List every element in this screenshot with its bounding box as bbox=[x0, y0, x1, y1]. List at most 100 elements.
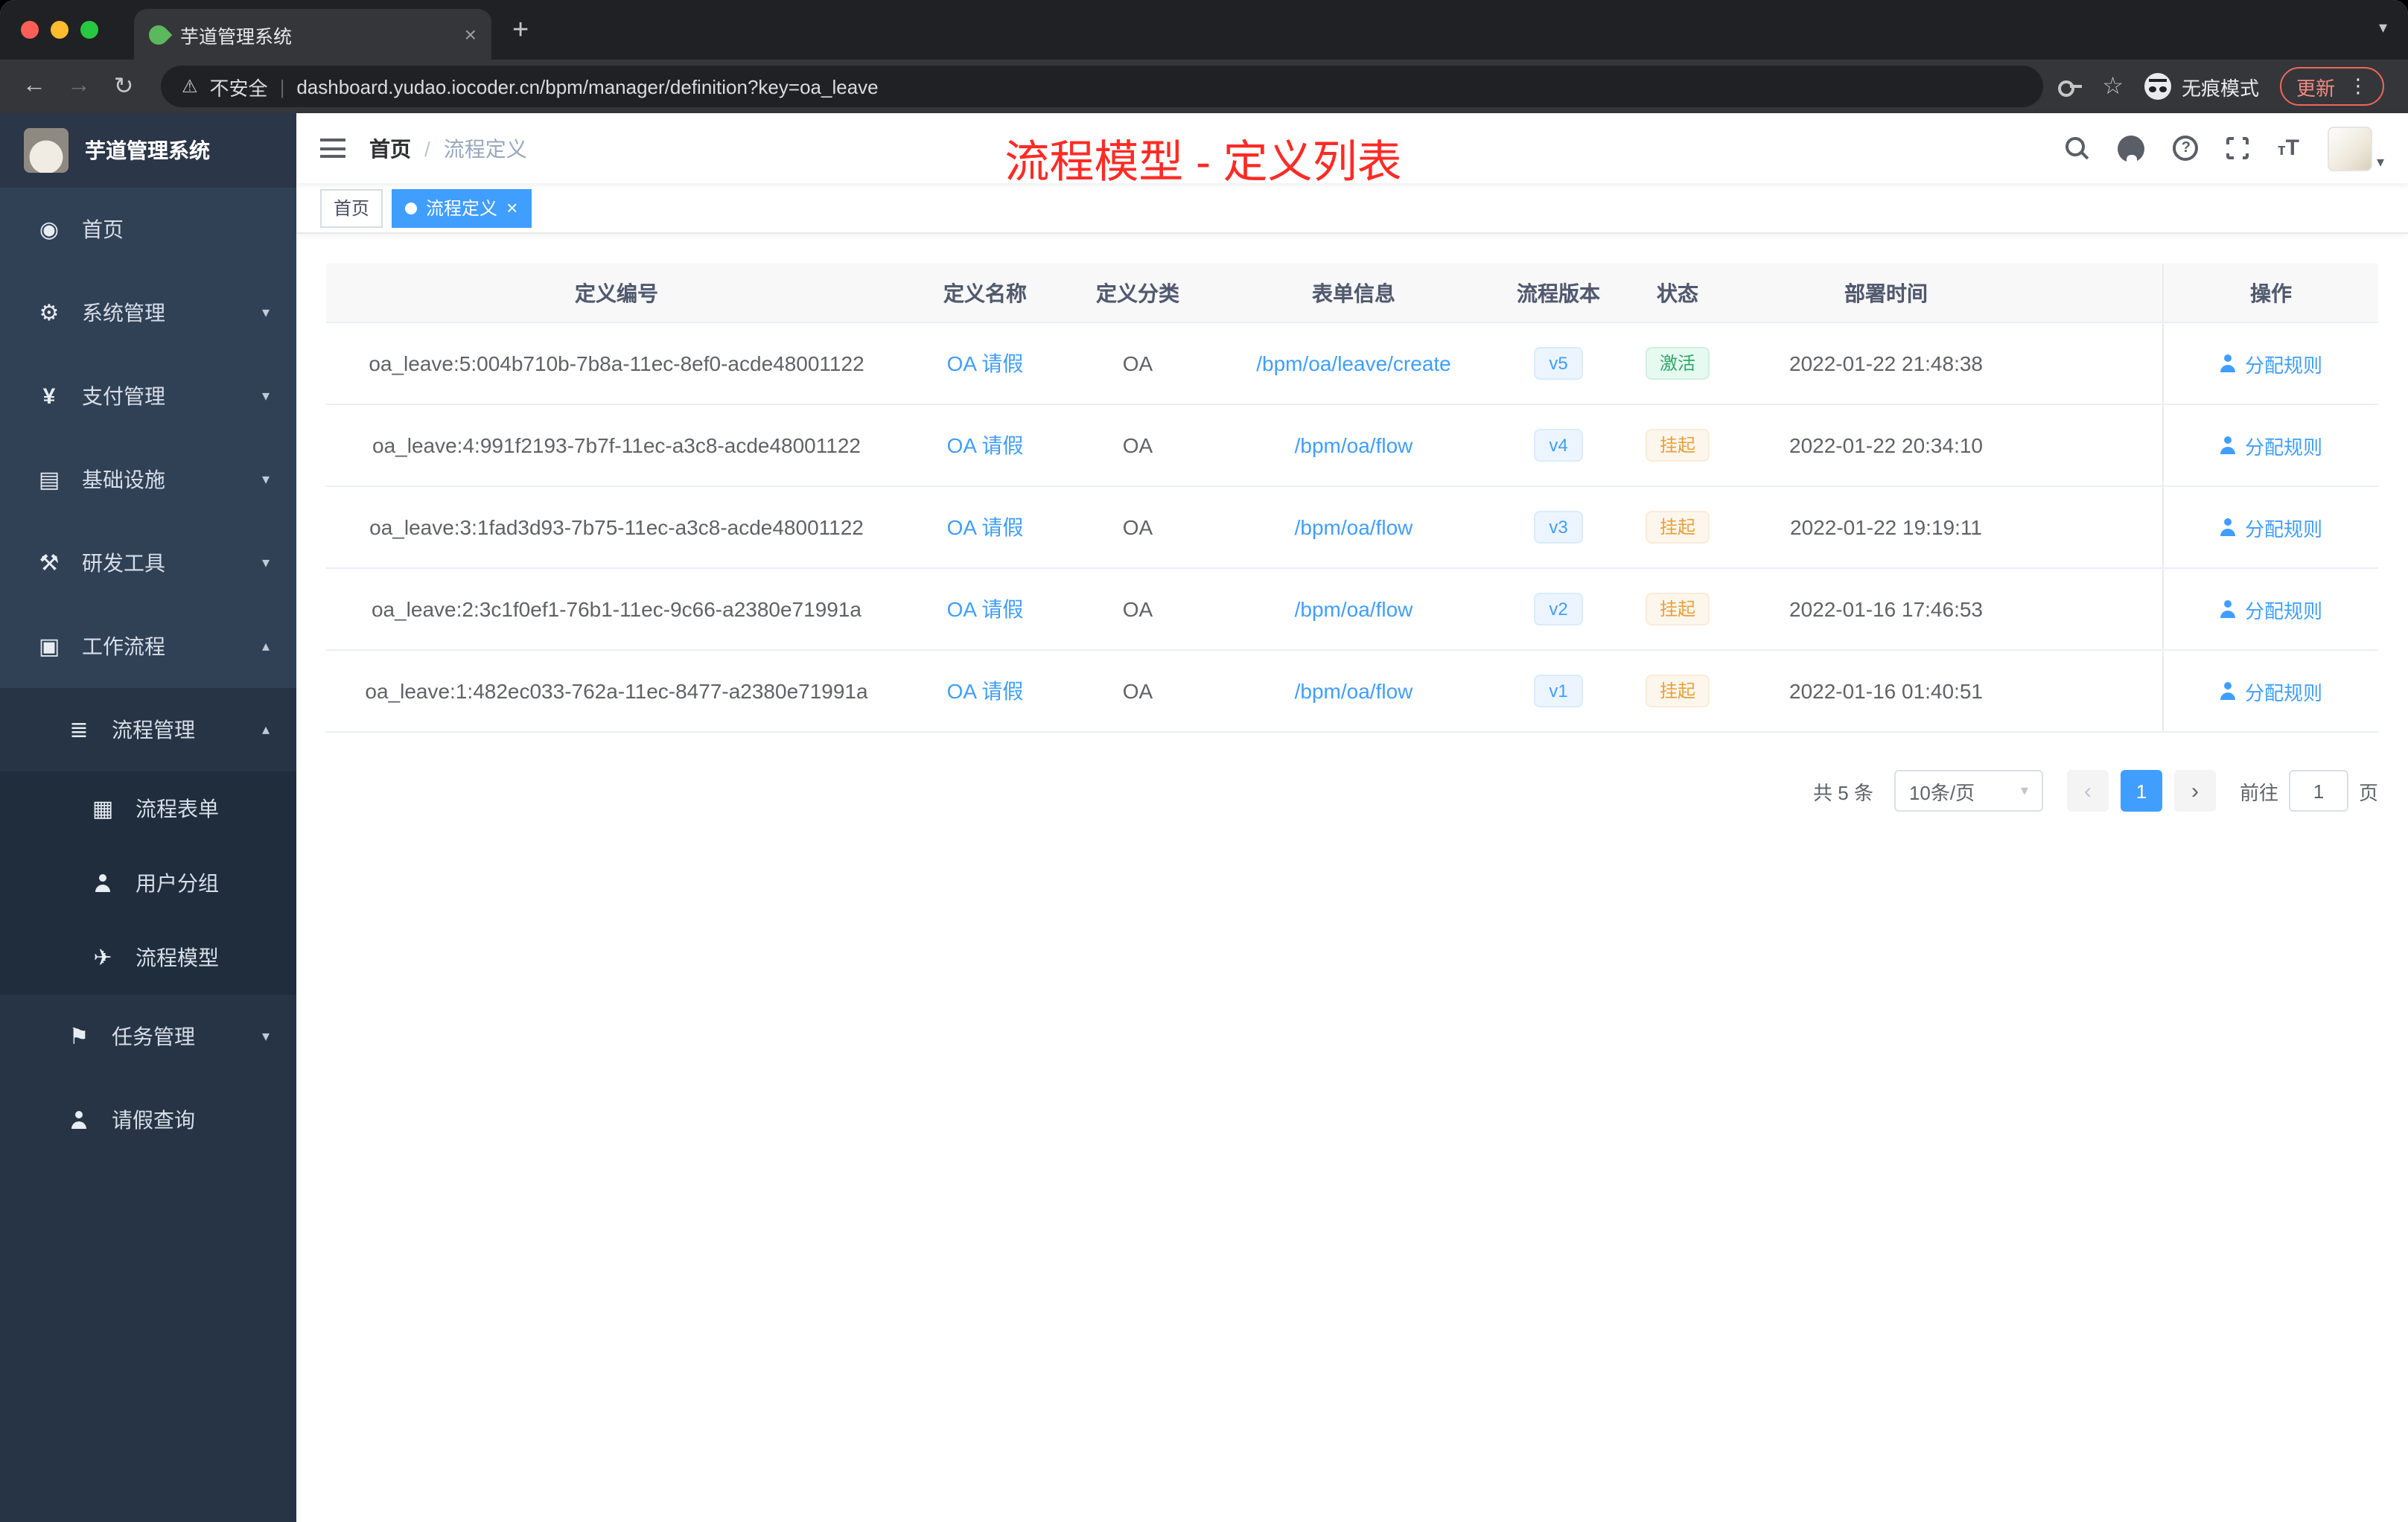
incognito-icon bbox=[2144, 73, 2171, 100]
password-key-icon[interactable] bbox=[2057, 76, 2082, 97]
sidebar-item-process-form[interactable]: 流程表单 bbox=[0, 771, 296, 846]
assign-rule-link[interactable]: 分配规则 bbox=[2220, 431, 2322, 459]
sidebar-item-label: 用户分组 bbox=[136, 871, 219, 895]
definition-name-link[interactable]: OA 请假 bbox=[947, 676, 1024, 706]
sidebar-item-system[interactable]: 系统管理 bbox=[0, 271, 296, 354]
github-icon[interactable] bbox=[2118, 135, 2145, 162]
sidebar-logo[interactable]: 芋道管理系统 bbox=[0, 113, 296, 188]
status-badge: 挂起 bbox=[1646, 592, 1709, 626]
page-size-select[interactable]: 10条/页 bbox=[1893, 770, 2043, 812]
assign-rule-link[interactable]: 分配规则 bbox=[2220, 513, 2322, 541]
next-page-button[interactable]: › bbox=[2173, 770, 2216, 812]
assign-rule-link[interactable]: 分配规则 bbox=[2220, 677, 2322, 705]
tag-close-icon[interactable] bbox=[506, 198, 517, 217]
status-badge: 挂起 bbox=[1646, 428, 1709, 462]
assign-rule-link[interactable]: 分配规则 bbox=[2220, 595, 2322, 623]
logo-avatar bbox=[24, 128, 69, 173]
person-icon bbox=[2220, 682, 2237, 700]
bookmark-star-icon[interactable] bbox=[2102, 71, 2124, 101]
sidebar-item-label: 工作流程 bbox=[82, 634, 165, 658]
cell-deploy-time: 2022-01-22 19:19:11 bbox=[1790, 515, 1982, 539]
sidebar-item-user-group[interactable]: 用户分组 bbox=[0, 846, 296, 920]
sidebar-item-leave-query[interactable]: 请假查询 bbox=[0, 1078, 296, 1162]
definition-name-link[interactable]: OA 请假 bbox=[947, 430, 1024, 460]
form-link[interactable]: /bpm/oa/leave/create bbox=[1256, 351, 1451, 375]
active-tag-dot bbox=[405, 202, 418, 214]
cell-definition-id: oa_leave:5:004b710b-7b8a-11ec-8ef0-acde4… bbox=[369, 351, 864, 375]
cell-category: OA bbox=[1122, 515, 1153, 539]
sidebar-item-label: 请假查询 bbox=[112, 1108, 195, 1132]
gear-icon bbox=[36, 299, 63, 326]
close-window-button[interactable] bbox=[21, 21, 39, 39]
new-tab-button[interactable] bbox=[512, 16, 529, 44]
hamburger-icon[interactable] bbox=[320, 138, 345, 158]
yen-icon bbox=[36, 383, 63, 409]
tab-search-chevron-icon[interactable] bbox=[2379, 18, 2387, 37]
page-size-value: 10条/页 bbox=[1908, 781, 1975, 803]
breadcrumb-home[interactable]: 首页 bbox=[369, 133, 411, 163]
sidebar-item-dev-tools[interactable]: 研发工具 bbox=[0, 521, 296, 605]
form-link[interactable]: /bpm/oa/flow bbox=[1295, 433, 1413, 457]
column-header-spacer bbox=[2039, 264, 2162, 322]
breadcrumb: 首页 / 流程定义 bbox=[369, 133, 527, 163]
tab-favicon-icon bbox=[144, 20, 173, 48]
form-link[interactable]: /bpm/oa/flow bbox=[1295, 597, 1413, 621]
status-badge: 挂起 bbox=[1646, 510, 1709, 544]
cell-category: OA bbox=[1122, 679, 1153, 703]
browser-menu-dots-icon[interactable] bbox=[2348, 74, 2368, 98]
form-link[interactable]: /bpm/oa/flow bbox=[1295, 679, 1413, 703]
zoom-window-button[interactable] bbox=[80, 21, 98, 39]
definition-name-link[interactable]: OA 请假 bbox=[947, 594, 1024, 624]
address-bar[interactable]: 不安全 | dashboard.yudao.iocoder.cn/bpm/man… bbox=[161, 66, 2043, 107]
help-icon[interactable] bbox=[2173, 136, 2199, 161]
assign-rule-link[interactable]: 分配规则 bbox=[2220, 349, 2322, 378]
sidebar-item-process-model[interactable]: 流程模型 bbox=[0, 920, 296, 995]
version-tag: v4 bbox=[1534, 428, 1583, 462]
prev-page-button[interactable]: ‹ bbox=[2066, 770, 2109, 812]
form-link[interactable]: /bpm/oa/flow bbox=[1295, 515, 1413, 539]
goto-suffix: 页 bbox=[2358, 781, 2378, 803]
update-chip[interactable]: 更新 bbox=[2279, 67, 2384, 106]
goto-page-input[interactable] bbox=[2288, 770, 2348, 812]
search-icon[interactable] bbox=[2065, 136, 2090, 161]
sidebar-item-task-management[interactable]: 任务管理 bbox=[0, 995, 296, 1078]
sidebar-item-process-management[interactable]: 流程管理 bbox=[0, 688, 296, 771]
status-badge: 激活 bbox=[1646, 346, 1709, 380]
tag-home[interactable]: 首页 bbox=[320, 188, 383, 227]
goto-prefix: 前往 bbox=[2239, 781, 2278, 803]
chevron-down-icon bbox=[262, 305, 270, 321]
sidebar-item-infrastructure[interactable]: 基础设施 bbox=[0, 438, 296, 521]
definition-name-link[interactable]: OA 请假 bbox=[947, 512, 1024, 542]
workflow-icon bbox=[36, 633, 63, 660]
not-secure-warning-icon[interactable] bbox=[182, 76, 198, 97]
form-icon bbox=[89, 795, 116, 822]
page-button-1[interactable]: 1 bbox=[2120, 770, 2162, 812]
cell-definition-id: oa_leave:3:1fad3d93-7b75-11ec-a3c8-acde4… bbox=[369, 515, 864, 539]
tab-close-icon[interactable] bbox=[465, 24, 477, 45]
url-text: dashboard.yudao.iocoder.cn/bpm/manager/d… bbox=[296, 75, 879, 98]
column-header-time: 部署时间 bbox=[1844, 281, 1928, 305]
sidebar-item-label: 任务管理 bbox=[112, 1025, 195, 1048]
reload-button[interactable] bbox=[101, 71, 146, 101]
person-icon bbox=[2220, 436, 2237, 454]
sidebar: 芋道管理系统 首页 系统管理 支付管理 基础设施 bbox=[0, 113, 296, 1522]
status-badge: 挂起 bbox=[1646, 674, 1709, 708]
incognito-label: 无痕模式 bbox=[2181, 77, 2259, 99]
tags-view: 首页 流程定义 bbox=[296, 183, 2408, 234]
person-icon bbox=[2220, 518, 2237, 536]
tag-process-definition[interactable]: 流程定义 bbox=[392, 188, 532, 227]
minimize-window-button[interactable] bbox=[51, 21, 69, 39]
fullscreen-icon[interactable] bbox=[2223, 134, 2252, 162]
cell-definition-id: oa_leave:4:991f2193-7b7f-11ec-a3c8-acde4… bbox=[372, 433, 861, 457]
sidebar-item-payment[interactable]: 支付管理 bbox=[0, 354, 296, 438]
forward-button[interactable] bbox=[57, 73, 101, 100]
sidebar-item-workflow[interactable]: 工作流程 bbox=[0, 605, 296, 688]
process-list-icon bbox=[66, 716, 92, 743]
font-size-icon[interactable] bbox=[2278, 136, 2299, 161]
definition-name-link[interactable]: OA 请假 bbox=[947, 348, 1024, 378]
user-avatar-menu[interactable] bbox=[2327, 126, 2384, 171]
table-row: oa_leave:3:1fad3d93-7b75-11ec-a3c8-acde4… bbox=[326, 487, 2378, 569]
browser-tab[interactable]: 芋道管理系统 bbox=[134, 9, 491, 60]
sidebar-item-home[interactable]: 首页 bbox=[0, 188, 296, 271]
back-button[interactable] bbox=[12, 73, 57, 100]
